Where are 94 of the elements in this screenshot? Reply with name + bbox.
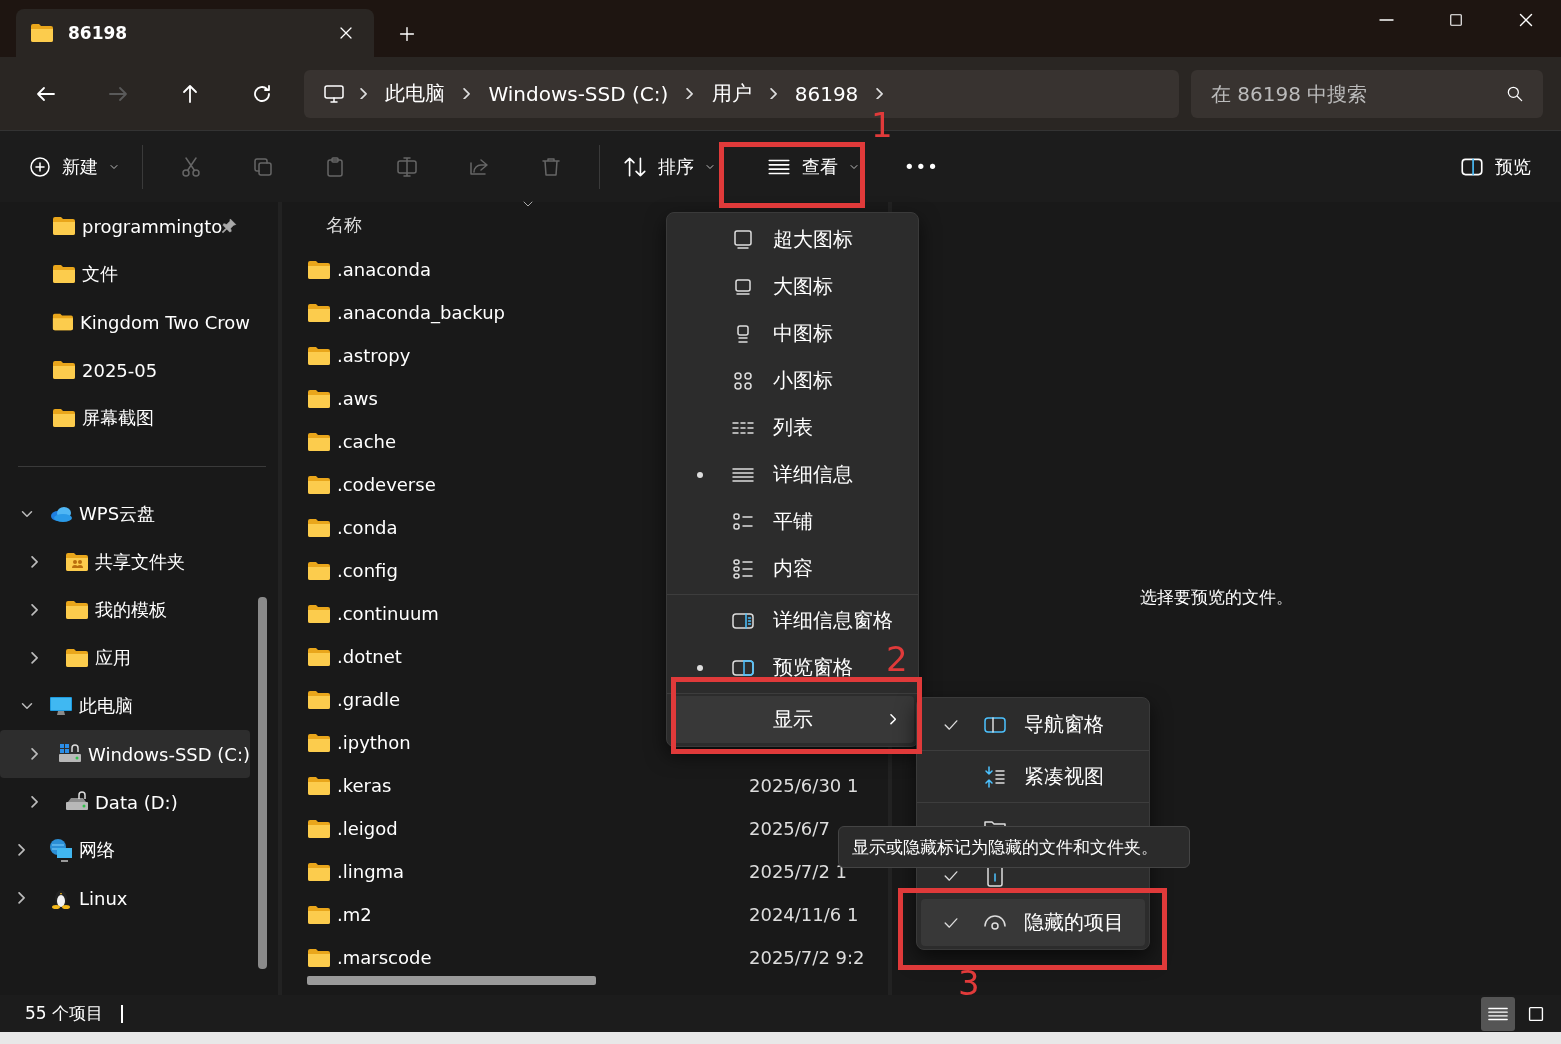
preview-button[interactable]: 预览 [1449,145,1541,188]
chevron-right-icon [686,87,694,100]
maximize-icon [1447,11,1465,29]
chevron-right-icon [18,892,26,904]
menu-item[interactable]: 紧凑视图 [921,753,1145,800]
minimize-icon [1378,19,1394,21]
shared-folder-icon [65,550,89,574]
sidebar-item[interactable]: Kingdom Two Crow [0,298,250,346]
sidebar-item[interactable]: 应用 [0,634,250,682]
chevron-right-icon [31,796,39,808]
chevron-right-icon [463,87,471,100]
compact-icon [983,764,1007,789]
sidebar-item[interactable]: 我的模板 [0,586,250,634]
sidebar-item[interactable]: programmingto [0,202,250,250]
sidebar-label: 共享文件夹 [95,550,185,574]
step-number: 2 [886,642,908,676]
sidebar-label: Data (D:) [95,791,178,813]
sidebar-label: Linux [79,887,128,909]
folder-icon [30,21,54,45]
sidebar-label: programmingto [82,215,223,237]
sidebar-item[interactable]: Linux [0,874,250,922]
folder-icon [52,214,76,238]
breadcrumb-item[interactable]: 此电脑 [381,76,450,111]
chevron-right-icon [31,556,39,568]
monitor-icon [49,694,73,718]
tab-title: 86198 [68,23,129,43]
folder-icon [52,358,76,382]
sidebar-label: 此电脑 [79,694,133,718]
sidebar-label: Windows-SSD (C:) [88,743,250,765]
chevron-right-icon [360,87,368,100]
menu-item[interactable]: 导航窗格 [921,701,1145,748]
file-name[interactable]: .lingma [307,859,749,884]
file-name[interactable]: .config [307,558,749,583]
step-number: 3 [958,966,980,1000]
date-cell-text: 2025/6/7 [749,818,831,839]
sidebar-label: WPS云盘 [79,502,156,526]
tab[interactable]: 86198 [16,9,374,57]
breadcrumb-item[interactable]: Windows-SSD (C:) [484,77,673,110]
view-toggle-button[interactable] [1481,996,1515,1031]
new-button[interactable]: 新建 [18,146,130,187]
file-name[interactable]: .marscode [307,945,749,970]
scissors-icon [179,154,203,179]
breadcrumb-item[interactable]: 用户 [707,76,756,111]
folder-icon [65,598,89,622]
file-name[interactable]: .m2 [307,902,749,927]
preview-message: 选择要预览的文件。 [1140,586,1293,609]
column-header[interactable]: 名称 [326,213,362,237]
date-cell-text: 2025/7/2 9:2 [749,947,866,968]
rename-icon [395,154,419,179]
sidebar-item[interactable]: Windows-SSD (C:) [0,730,250,778]
folder-icon [52,406,76,430]
chevron-right-icon [889,714,896,725]
chevron-right-icon [31,748,39,760]
file-name[interactable]: .conda [307,515,749,540]
chevron-right-icon [876,87,884,100]
folder-icon [52,262,76,286]
sidebar-label: 文件 [82,262,118,286]
search-field[interactable]: 在 86198 中搜索 [1191,69,1543,118]
file-name[interactable]: .leigod [307,816,749,841]
sidebar-item[interactable]: 网络 [0,826,250,874]
chevron-right-icon [769,87,777,100]
pin-icon [220,217,239,235]
file-name[interactable]: .keras [307,773,749,798]
menu-item[interactable]: 隐藏的项目 [921,899,1145,946]
scrollbar[interactable] [307,976,596,985]
sidebar-item[interactable]: 文件 [0,250,250,298]
sidebar-item[interactable]: WPS云盘 [0,490,250,538]
sidebar-label: 屏幕截图 [82,406,154,430]
chevron-right-icon [31,652,39,664]
sidebar-item[interactable]: 2025-05 [0,346,250,394]
sidebar-item[interactable]: Data (D:) [0,778,250,826]
sidebar-label: 我的模板 [95,598,167,622]
sidebar-item[interactable]: 共享文件夹 [0,538,250,586]
scrollbar[interactable] [258,597,267,969]
sidebar-label: Kingdom Two Crow [79,311,250,333]
monitor-icon [731,227,755,252]
sidebar-label: 网络 [79,838,115,862]
item-count: 55 个项目 [25,1002,104,1025]
date-cell-text: 2024/11/6 1 [749,904,860,925]
chevron-right-icon [31,604,39,616]
sort-button[interactable]: 排序 [612,145,726,188]
sidebar-item[interactable]: 屏幕截图 [0,394,250,442]
more-button[interactable]: ••• [894,148,949,185]
view-button[interactable]: 查看 [742,145,884,188]
sidebar-item[interactable]: 此电脑 [0,682,250,730]
folder-icon [65,646,89,670]
sidebar-label: 应用 [95,646,131,670]
date-cell-text: 2025/6/30 1 [749,775,860,796]
plus-circle-icon [28,154,52,179]
content-icon [731,556,755,581]
breadcrumb-item[interactable]: 86198 [790,77,863,110]
globe-monitor-icon [49,838,73,862]
chevron-right-icon [18,844,26,856]
sidebar-label: 2025-05 [82,359,158,381]
